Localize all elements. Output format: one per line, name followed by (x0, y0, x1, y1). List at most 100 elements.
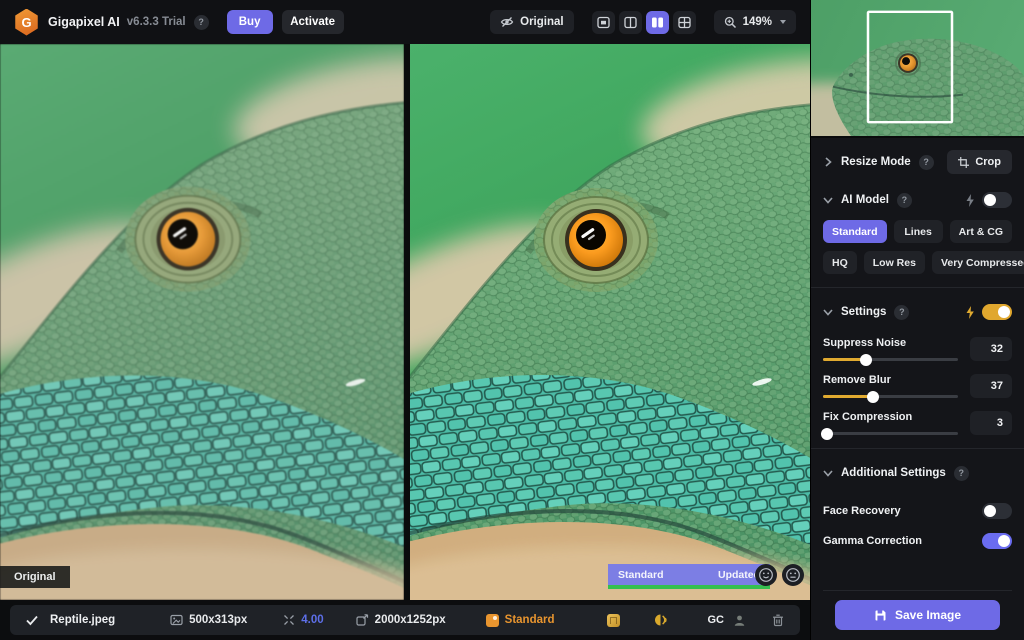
top-toolbar: G Gigapixel AI v6.3.3 Trial ? Buy Activa… (0, 0, 810, 44)
output-size-icon (356, 614, 369, 626)
output-size-metric: 2000x1252px (356, 614, 446, 626)
suppress-noise-slider-block: Suppress Noise 32 (823, 337, 1012, 361)
ai-model-chip-icon (486, 614, 499, 627)
single-view-button[interactable] (592, 11, 615, 34)
fix-compression-slider[interactable] (823, 432, 958, 435)
badge-model-label: Standard (618, 569, 664, 581)
additional-settings-section: Additional Settings ? (823, 461, 1012, 485)
blur-setting-icon (654, 613, 668, 627)
model-low-res-button[interactable]: Low Res (864, 251, 925, 274)
ai-model-label[interactable]: AI Model (841, 194, 889, 206)
save-disk-icon (874, 609, 887, 622)
original-toggle-label: Original (520, 16, 563, 28)
save-image-button[interactable]: Save Image (835, 600, 1000, 630)
model-standard-button[interactable]: Standard (823, 220, 887, 243)
help-icon[interactable]: ? (194, 15, 209, 30)
quad-view-button[interactable] (673, 11, 696, 34)
ai-model-help-icon[interactable]: ? (897, 193, 912, 208)
eye-slash-icon (500, 16, 514, 28)
model-art-cg-button[interactable]: Art & CG (950, 220, 1012, 243)
file-info-row: Reptile.jpeg 500x313px 4.00 2000x (10, 605, 800, 635)
settings-auto-toggle[interactable] (982, 304, 1012, 320)
section-divider (811, 287, 1024, 288)
show-original-toggle[interactable]: Original (490, 10, 573, 34)
active-model-value: Standard (505, 614, 555, 626)
scale-factor-metric[interactable]: 4.00 (283, 614, 323, 626)
chevron-down-icon[interactable] (823, 196, 833, 204)
remove-blur-value[interactable]: 37 (970, 374, 1012, 398)
gigapixel-app-window: G Gigapixel AI v6.3.3 Trial ? Buy Activa… (0, 0, 1024, 640)
model-very-compressed-button[interactable]: Very Compressed (932, 251, 1024, 274)
processed-image-panel[interactable]: Standard Updated (410, 44, 810, 600)
resize-mode-label[interactable]: Resize Mode (841, 156, 911, 168)
zoom-in-icon (724, 16, 737, 29)
crop-button[interactable]: Crop (947, 150, 1012, 174)
source-size-metric: 500x313px (170, 614, 247, 626)
gamma-correction-toggle[interactable] (982, 533, 1012, 549)
remove-blur-slider[interactable] (823, 395, 958, 398)
chevron-down-icon[interactable] (823, 469, 833, 477)
upscaled-lizard-image (410, 44, 810, 600)
side-by-side-view-button[interactable] (646, 11, 669, 34)
chevron-down-icon[interactable] (823, 308, 833, 316)
check-icon (26, 615, 38, 626)
settings-section: Settings ? (823, 300, 1012, 324)
image-size-icon (170, 614, 183, 626)
model-button-row-1: Standard Lines Art & CG (823, 220, 1012, 243)
zoom-level-control[interactable]: 149% (714, 10, 796, 34)
fix-compression-value[interactable]: 3 (970, 411, 1012, 435)
chevron-right-icon[interactable] (823, 157, 833, 167)
noise-setting-icon (607, 614, 620, 627)
thumbnail-lizard-image (811, 0, 1024, 136)
slider-handle[interactable] (821, 428, 833, 440)
result-status-badge: Standard Updated (608, 564, 770, 589)
scale-factor-value: 4.00 (301, 614, 323, 626)
status-bar: Reptile.jpeg 500x313px 4.00 2000x (0, 600, 810, 640)
original-image-panel[interactable]: Original (0, 44, 404, 600)
feedback-buttons (755, 564, 804, 586)
view-mode-group (592, 11, 696, 34)
crop-icon (958, 157, 969, 168)
original-image-tag: Original (0, 566, 70, 588)
model-button-row-2: HQ Low Res Very Compressed (823, 251, 1012, 274)
settings-sidebar: Resize Mode ? Crop AI Model ? (810, 0, 1024, 640)
preview-area: Original Standard Updated (0, 44, 810, 600)
happy-face-icon[interactable] (755, 564, 777, 586)
model-hq-button[interactable]: HQ (823, 251, 857, 274)
resize-mode-section: Resize Mode ? Crop (823, 150, 1012, 174)
save-area: Save Image (823, 590, 1012, 640)
gamma-correction-label: Gamma Correction (823, 535, 922, 547)
split-view-button[interactable] (619, 11, 642, 34)
ai-model-section: AI Model ? (823, 188, 1012, 212)
gigapixel-logo-icon: G (14, 9, 39, 36)
slider-handle[interactable] (867, 391, 879, 403)
suppress-noise-value[interactable]: 32 (970, 337, 1012, 361)
save-image-label: Save Image (895, 608, 961, 622)
processing-progress-bar (608, 585, 770, 589)
app-version: v6.3.3 Trial (127, 16, 186, 28)
app-title: Gigapixel AI (48, 15, 120, 29)
remove-blur-label: Remove Blur (823, 374, 958, 386)
activate-button[interactable]: Activate (282, 10, 344, 34)
settings-help-icon[interactable]: ? (894, 305, 909, 320)
navigation-thumbnail[interactable] (811, 0, 1024, 138)
face-recovery-toggle[interactable] (982, 503, 1012, 519)
filename-label[interactable]: Reptile.jpeg (50, 614, 115, 626)
suppress-noise-slider[interactable] (823, 358, 958, 361)
ai-model-auto-toggle[interactable] (982, 192, 1012, 208)
settings-label[interactable]: Settings (841, 306, 886, 318)
unhappy-face-icon[interactable] (782, 564, 804, 586)
chevron-down-icon (780, 20, 786, 24)
trash-icon[interactable] (772, 614, 784, 627)
additional-settings-help-icon[interactable]: ? (954, 466, 969, 481)
resize-mode-help-icon[interactable]: ? (919, 155, 934, 170)
gamma-correction-row: Gamma Correction (823, 533, 1012, 549)
slider-handle[interactable] (860, 354, 872, 366)
active-model-metric: Standard (486, 614, 555, 627)
face-recovery-label: Face Recovery (823, 505, 901, 517)
buy-button[interactable]: Buy (227, 10, 273, 34)
model-lines-button[interactable]: Lines (894, 220, 943, 243)
gamma-correction-badge: GC (708, 614, 725, 626)
suppress-noise-label: Suppress Noise (823, 337, 958, 349)
additional-settings-label[interactable]: Additional Settings (841, 467, 946, 479)
